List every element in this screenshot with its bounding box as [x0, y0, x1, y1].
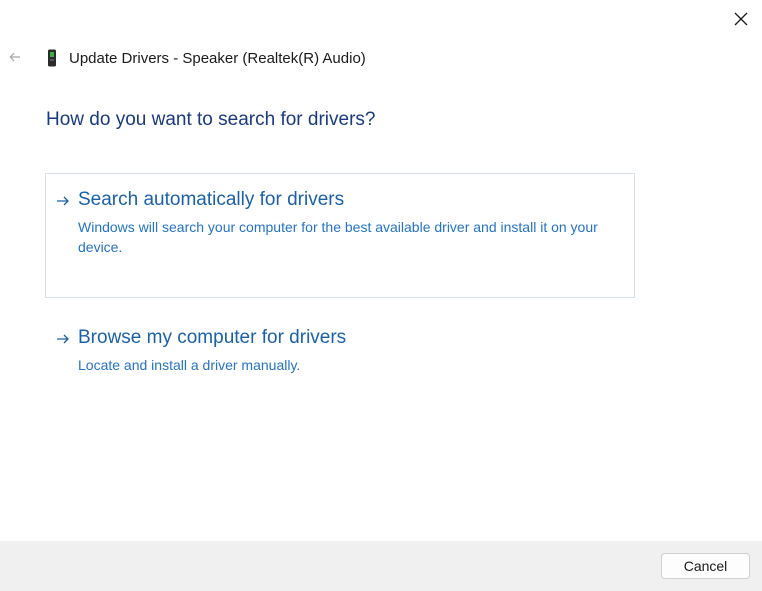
option-title: Search automatically for drivers [78, 189, 345, 210]
option-title: Browse my computer for drivers [78, 327, 347, 348]
back-arrow-icon [9, 52, 20, 62]
update-drivers-dialog: Update Drivers - Speaker (Realtek(R) Aud… [0, 0, 762, 591]
arrow-right-icon [57, 334, 69, 344]
speaker-device-icon [44, 48, 60, 68]
dialog-footer [0, 541, 762, 591]
window-title-bar: Update Drivers - Speaker (Realtek(R) Aud… [44, 46, 366, 70]
option-description: Windows will search your computer for th… [78, 219, 598, 255]
back-button[interactable] [4, 46, 26, 68]
page-heading: How do you want to search for drivers? [46, 109, 376, 130]
option-description: Locate and install a driver manually. [78, 357, 301, 373]
close-icon [734, 12, 748, 26]
close-button[interactable] [726, 6, 756, 32]
cancel-button[interactable]: Cancel [661, 553, 750, 579]
browse-computer-option[interactable]: Browse my computer for drivers Locate an… [45, 311, 635, 391]
window-title: Update Drivers - Speaker (Realtek(R) Aud… [69, 49, 366, 67]
arrow-right-icon [57, 196, 69, 206]
search-automatically-option[interactable]: Search automatically for drivers Windows… [45, 173, 635, 298]
